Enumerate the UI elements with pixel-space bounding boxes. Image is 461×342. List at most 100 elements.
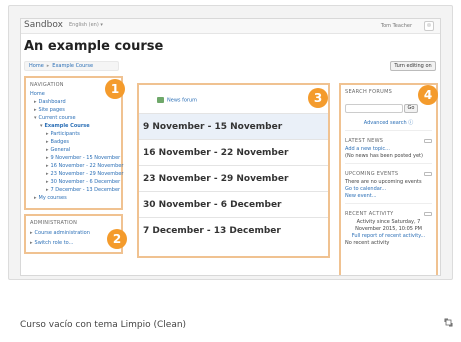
marker-2: 2	[107, 229, 127, 249]
caret-right-icon: ▸	[30, 230, 33, 236]
activity-since-text: Activity since Saturday, 7 November 2015…	[355, 219, 422, 232]
nav-item[interactable]: ▸ 23 November - 29 November	[30, 170, 123, 178]
new-event-link[interactable]: New event...	[341, 193, 436, 200]
nav-item[interactable]: ▾ Example Course	[30, 122, 117, 130]
fullscreen-icon[interactable]	[444, 318, 453, 327]
go-to-calendar-link[interactable]: Go to calendar...	[341, 186, 436, 193]
upcoming-events-heading: UPCOMING EVENTS	[345, 171, 399, 177]
nav-item[interactable]: ▸ General	[30, 146, 117, 154]
no-events-text: There are no upcoming events	[345, 179, 422, 185]
week-section-3[interactable]: 23 November - 29 November	[139, 165, 328, 191]
nav-item[interactable]: ▸ 7 December - 13 December	[30, 186, 120, 194]
language-menu[interactable]: English (en) ▾	[69, 22, 103, 28]
top-navbar: Sandbox English (en) ▾ Tom Teacher	[21, 19, 440, 34]
news-forum-label: News forum	[167, 97, 198, 104]
course-administration-label: Course administration	[34, 230, 90, 236]
week-section-4[interactable]: 30 November - 6 December	[139, 191, 328, 217]
breadcrumb-course[interactable]: Example Course	[52, 63, 93, 69]
weeks-list: 9 November - 15 November 16 November - 2…	[139, 113, 328, 243]
recent-activity-heading: RECENT ACTIVITY	[345, 211, 394, 217]
administration-heading: ADMINISTRATION	[30, 220, 78, 226]
search-go-button[interactable]: Go	[404, 104, 418, 113]
forum-icon	[157, 97, 164, 103]
news-forum-link[interactable]: News forum	[157, 97, 197, 104]
nav-item[interactable]: ▸ 9 November - 15 November	[30, 154, 120, 162]
block-controls-icon[interactable]	[424, 172, 432, 176]
latest-news-header: LATEST NEWS	[341, 134, 436, 146]
nav-item-label: Badges	[50, 139, 70, 145]
week-section-5[interactable]: 7 December - 13 December	[139, 217, 328, 243]
nav-item-label: Site pages	[38, 107, 65, 113]
right-blocks: SEARCH FORUMS Go Advanced search ⓘ LATES…	[339, 83, 438, 275]
nav-item[interactable]: ▸ Badges	[30, 138, 117, 146]
caret-right-icon: ▸	[34, 107, 37, 113]
breadcrumb-separator-icon: ▸	[46, 63, 50, 69]
nav-item-label: Dashboard	[38, 99, 66, 105]
caret-right-icon: ▸	[46, 139, 49, 145]
advanced-search-link[interactable]: Advanced search ⓘ	[341, 118, 436, 127]
nav-item[interactable]: ▸ 16 November - 22 November	[30, 162, 123, 170]
user-avatar-icon[interactable]	[424, 21, 434, 31]
switch-role-item[interactable]: ▸ Switch role to...	[30, 238, 117, 248]
full-report-link[interactable]: Full report of recent activity...	[341, 233, 436, 240]
nav-item-label: Current course	[38, 115, 76, 121]
nav-item[interactable]: ▾ Current course	[30, 114, 117, 122]
nav-item-label: 16 November - 22 November	[50, 163, 124, 169]
week-section-1[interactable]: 9 November - 15 November	[139, 113, 328, 139]
caret-right-icon: ▸	[46, 187, 49, 193]
upcoming-events-header: UPCOMING EVENTS	[341, 167, 436, 179]
recent-activity-header: RECENT ACTIVITY	[341, 207, 436, 219]
nav-item-label: 7 December - 13 December	[50, 187, 121, 193]
caret-down-icon: ▾	[40, 123, 43, 129]
site-brand[interactable]: Sandbox	[24, 20, 63, 30]
divider	[345, 130, 432, 131]
add-topic-link[interactable]: Add a new topic...	[341, 146, 436, 153]
nav-item-label: General	[50, 147, 71, 153]
marker-3: 3	[308, 88, 328, 108]
navigation-tree: Home ▸ Dashboard ▸ Site pages ▾ Current course…	[26, 90, 123, 202]
course-content-block: News forum 9 November - 15 November 16 N…	[137, 83, 330, 258]
nav-item[interactable]: ▸ 30 November - 6 December	[30, 178, 120, 186]
divider	[345, 203, 432, 204]
divider	[345, 163, 432, 164]
nav-item-label: Example Course	[44, 123, 90, 129]
caret-right-icon: ▸	[34, 99, 37, 105]
no-news-text: (No news has been posted yet)	[345, 153, 423, 159]
breadcrumb: Home ▸ Example Course	[24, 61, 119, 71]
caret-right-icon: ▸	[46, 147, 49, 153]
user-name[interactable]: Tom Teacher	[381, 23, 412, 29]
caret-right-icon: ▸	[46, 131, 49, 137]
nav-item[interactable]: Home	[30, 90, 117, 98]
nav-item[interactable]: ▸ Participants	[30, 130, 117, 138]
no-recent-activity-text: No recent activity	[345, 240, 390, 246]
nav-item-label: Participants	[50, 131, 80, 137]
caret-down-icon: ▾	[34, 115, 37, 121]
image-caption: Curso vacío con tema Limpio (Clean)	[20, 320, 187, 330]
caret-right-icon: ▸	[46, 179, 49, 185]
marker-1: 1	[105, 79, 125, 99]
nav-item[interactable]: ▸ Dashboard	[30, 98, 117, 106]
nav-item-label: 9 November - 15 November	[50, 155, 121, 161]
caret-right-icon: ▸	[46, 171, 49, 177]
switch-role-label: Switch role to...	[34, 240, 74, 246]
nav-item-label: Home	[30, 91, 45, 97]
nav-item-label: 30 November - 6 December	[50, 179, 121, 185]
moodle-screenshot: Sandbox English (en) ▾ Tom Teacher An ex…	[20, 18, 441, 276]
caret-right-icon: ▸	[46, 163, 49, 169]
page-title: An example course	[24, 39, 164, 54]
marker-4: 4	[418, 85, 438, 105]
breadcrumb-home[interactable]: Home	[29, 63, 44, 69]
nav-item-label: My courses	[38, 195, 67, 201]
nav-item[interactable]: ▸ Site pages	[30, 106, 117, 114]
course-administration-item[interactable]: ▸ Course administration	[30, 228, 117, 238]
nav-item-label: 23 November - 29 November	[50, 171, 124, 177]
turn-editing-on-button[interactable]: Turn editing on	[390, 61, 436, 71]
caret-right-icon: ▸	[30, 240, 33, 246]
nav-item[interactable]: ▸ My courses	[30, 194, 117, 202]
search-forums-input[interactable]	[345, 104, 403, 113]
block-controls-icon[interactable]	[424, 212, 432, 216]
week-section-2[interactable]: 16 November - 22 November	[139, 139, 328, 165]
caret-right-icon: ▸	[34, 195, 37, 201]
block-controls-icon[interactable]	[424, 139, 432, 143]
caret-right-icon: ▸	[46, 155, 49, 161]
